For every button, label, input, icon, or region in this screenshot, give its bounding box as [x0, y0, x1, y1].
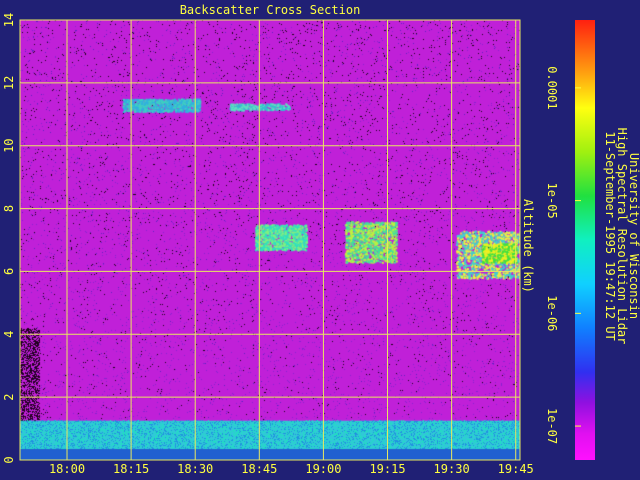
- x-tick-label: 19:15: [369, 462, 405, 476]
- x-tick-label: 19:45: [498, 462, 534, 476]
- y-tick-label: 12: [2, 76, 16, 90]
- x-tick-label: 18:15: [113, 462, 149, 476]
- x-tick-label: 19:30: [434, 462, 470, 476]
- colorbar-tick-label: 0.0001: [545, 66, 559, 109]
- y-tick-label: 8: [2, 205, 16, 212]
- chart-title: Backscatter Cross Section: [180, 3, 361, 17]
- heatmap-plot: [20, 20, 520, 460]
- y-axis-ticks: 0 2 4 6 8 10 12 14: [2, 13, 16, 464]
- annotation-timestamp: 11-September-1995 19:47:12 UT: [603, 131, 617, 341]
- colorbar-tick-label: 1e-07: [545, 408, 559, 444]
- heatmap-image: [20, 20, 520, 460]
- colorbar-tick-label: 1e-06: [545, 295, 559, 331]
- backscatter-chart: Backscatter Cross Section 0 2 4 6 8 10 12 14 18…: [2, 3, 640, 476]
- x-tick-label: 18:30: [177, 462, 213, 476]
- colorbar: [575, 20, 595, 460]
- colorbar-strip: [575, 20, 595, 460]
- colorbar-tick-label: 1e-05: [545, 183, 559, 219]
- y-tick-label: 2: [2, 394, 16, 401]
- x-axis-ticks: 18:00 18:15 18:30 18:45 19:00 19:15 19:30 19:45: [49, 462, 534, 476]
- x-tick-label: 18:45: [241, 462, 277, 476]
- y-tick-label: 10: [2, 138, 16, 152]
- x-tick-label: 18:00: [49, 462, 85, 476]
- y-tick-label: 0: [2, 456, 16, 463]
- y-tick-label: 6: [2, 268, 16, 275]
- y-tick-label: 14: [2, 13, 16, 27]
- y-axis-label: Altitude (km): [521, 199, 535, 293]
- y-tick-label: 4: [2, 331, 16, 338]
- x-tick-label: 19:00: [305, 462, 341, 476]
